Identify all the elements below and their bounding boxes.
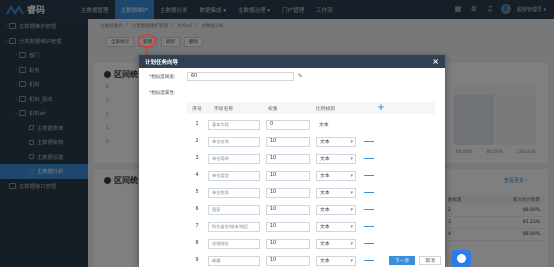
add-row-icon[interactable]: + [371,103,391,113]
row-index: 8 [195,241,199,246]
attr-table-row: 1 基本字段 0 文本 [186,116,435,133]
chevron-down-icon: ▾ [350,240,353,247]
weight-input[interactable]: 10 [266,204,310,215]
rule-value: 文本 [320,191,330,196]
chevron-down-icon: ▾ [350,189,353,196]
rule-value: 文本 [320,140,330,145]
rule-select[interactable]: 文本 ▾ [316,136,356,147]
attr-table-row: 2 单位名称 10 文本 ▾ [186,133,435,150]
col-rule: 比例规则 [316,106,336,112]
field-name-input[interactable]: 单位名称 [208,136,260,147]
chevron-down-icon: ▾ [350,172,353,179]
attr-table-header: 序号 字段名称 权重 比例规则 + [186,102,435,114]
row-index: 2 [195,139,199,144]
weight-input[interactable]: 10 [266,255,310,266]
dialog-footer: 下一步 取消 [388,256,441,265]
remove-row-icon[interactable] [364,225,374,228]
rule-text: 文本 [316,120,356,130]
row-index: 5 [195,190,199,195]
row-index: 9 [195,258,199,263]
rule-value: 文本 [320,242,330,247]
dialog-header: 计划任务向导 × [139,55,445,68]
remove-row-icon[interactable] [364,259,374,262]
field-name-input[interactable]: 所在省份/城市/地区 [208,221,260,232]
field-name-input[interactable]: 详细地址 [208,238,260,249]
row-index: 3 [195,156,199,161]
plan-task-wizard-dialog: 计划任务向导 × *相似度阈值: 60 % *相似度属性: 序号 字段名称 权重… [139,55,445,267]
row-index: 6 [195,207,199,212]
rule-select[interactable]: 文本 ▾ [316,204,356,215]
rule-select[interactable]: 文本 ▾ [316,153,356,164]
chevron-down-icon: ▾ [350,155,353,162]
chevron-down-icon: ▾ [350,257,353,264]
weight-input[interactable]: 10 [266,238,310,249]
weight-input[interactable]: 10 [266,153,310,164]
cancel-button[interactable]: 取消 [419,256,441,265]
chevron-down-icon: ▾ [350,138,353,145]
rule-select[interactable]: 文本 ▾ [316,187,356,198]
remove-row-icon[interactable] [364,157,374,160]
attr-table-row: 6 国家 10 文本 ▾ [186,201,435,218]
col-field-name: 字段名称 [214,106,234,112]
rule-value: 文本 [320,225,330,230]
remove-row-icon[interactable] [364,208,374,211]
field-name-input[interactable]: 单位类型 [208,170,260,181]
rule-value: 文本 [319,123,329,128]
remove-row-icon[interactable] [364,191,374,194]
assistant-face-icon [456,254,466,263]
dialog-title: 计划任务向导 [145,59,179,66]
threshold-label: *相似度阈值: [149,75,176,80]
field-name-input[interactable]: 国家 [208,204,260,215]
row-index: 1 [195,122,199,127]
remove-row-icon[interactable] [364,140,374,143]
weight-input[interactable]: 10 [266,187,310,198]
attr-table-row: 7 所在省份/城市/地区 10 文本 ▾ [186,218,435,235]
weight-input[interactable]: 0 [266,119,310,130]
weight-input[interactable]: 10 [266,170,310,181]
rule-select[interactable]: 文本 ▾ [316,221,356,232]
remove-row-icon[interactable] [364,242,374,245]
highlight-circle [138,34,156,48]
chevron-down-icon: ▾ [350,223,353,230]
threshold-unit: % [298,74,303,79]
rule-value: 文本 [320,157,330,162]
rule-value: 文本 [320,208,330,213]
weight-input[interactable]: 10 [266,221,310,232]
assistant-widget-icon[interactable] [451,250,471,267]
field-name-input[interactable]: 邮编 [208,255,260,266]
rule-value: 文本 [320,174,330,179]
rule-select[interactable]: 文本 ▾ [316,238,356,249]
row-index: 4 [195,173,199,178]
chevron-down-icon: ▾ [350,206,353,213]
threshold-input[interactable]: 60 [187,72,294,81]
col-index: 序号 [192,106,202,112]
field-name-input[interactable]: 基本字段 [208,119,260,130]
rule-select[interactable]: 文本 ▾ [316,170,356,181]
attr-table-row: 3 单位简称 10 文本 ▾ [186,150,435,167]
row-index: 7 [195,224,199,229]
attr-label: *相似度属性: [149,91,176,96]
field-name-input[interactable]: 单位简称 [208,153,260,164]
col-weight: 权重 [268,106,278,112]
attr-table-row: 5 单位性质 10 文本 ▾ [186,184,435,201]
dialog-body: *相似度阈值: 60 % *相似度属性: 序号 字段名称 权重 比例规则 + 1… [139,68,445,267]
attr-table-row: 4 单位类型 10 文本 ▾ [186,167,435,184]
remove-row-icon[interactable] [364,174,374,177]
attr-table-row: 8 详细地址 10 文本 ▾ [186,235,435,252]
rule-value: 文本 [320,259,330,264]
rule-select[interactable]: 文本 ▾ [316,255,356,266]
close-icon[interactable]: × [432,57,439,66]
next-button[interactable]: 下一步 [388,256,416,265]
weight-input[interactable]: 10 [266,136,310,147]
field-name-input[interactable]: 单位性质 [208,187,260,198]
